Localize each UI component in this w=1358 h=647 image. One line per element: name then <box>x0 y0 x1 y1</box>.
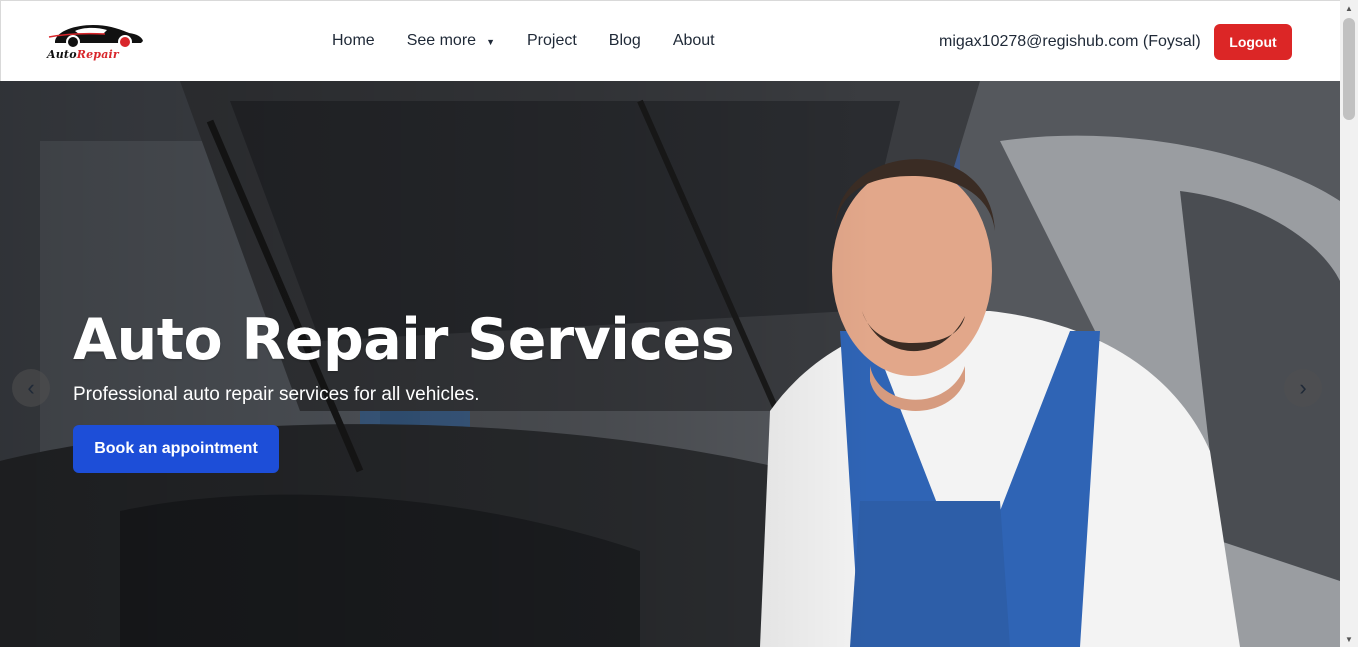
nav-home[interactable]: Home <box>332 32 375 50</box>
chevron-left-icon: ‹ <box>27 375 35 400</box>
nav-see-more-dropdown[interactable]: See more ▼ <box>407 32 495 50</box>
logo-text-auto: Auto <box>47 48 77 61</box>
nav-about-label: About <box>672 32 715 49</box>
nav-about[interactable]: About <box>673 32 715 50</box>
nav-see-more-label: See more <box>406 32 477 49</box>
logo-text-repair: Repair <box>76 48 119 61</box>
main-nav: Home See more ▼ Project Blog About <box>332 32 747 50</box>
hero-carousel: Auto Repair Services Professional auto r… <box>0 81 1340 647</box>
hero-title: Auto Repair Services <box>73 307 735 373</box>
user-account-label: migax10278@regishub.com (Foysal) <box>939 33 1201 50</box>
chevron-right-icon: › <box>1299 375 1307 400</box>
logo-wordmark: AutoRepair <box>47 48 119 61</box>
top-navbar: AutoRepair Home See more ▼ Project Blog A… <box>0 0 1340 81</box>
carousel-prev-button[interactable]: ‹ <box>12 369 50 407</box>
carousel-next-button[interactable]: › <box>1284 369 1322 407</box>
chevron-down-icon: ▼ <box>486 37 495 47</box>
nav-blog[interactable]: Blog <box>609 32 641 50</box>
page-scrollbar[interactable]: ▲ ▼ <box>1340 0 1358 647</box>
nav-home-label: Home <box>332 32 375 49</box>
autorepair-logo[interactable]: AutoRepair <box>45 19 149 63</box>
scroll-up-icon[interactable]: ▲ <box>1340 0 1358 16</box>
hero-subtitle: Professional auto repair services for al… <box>73 384 480 405</box>
logout-button[interactable]: Logout <box>1214 24 1292 60</box>
scrollbar-thumb[interactable] <box>1343 18 1355 120</box>
book-appointment-button[interactable]: Book an appointment <box>73 425 279 473</box>
nav-project[interactable]: Project <box>527 32 577 50</box>
car-logo-icon <box>48 25 143 49</box>
nav-project-label: Project <box>526 32 577 49</box>
scroll-down-icon[interactable]: ▼ <box>1340 631 1358 647</box>
nav-blog-label: Blog <box>608 32 641 49</box>
